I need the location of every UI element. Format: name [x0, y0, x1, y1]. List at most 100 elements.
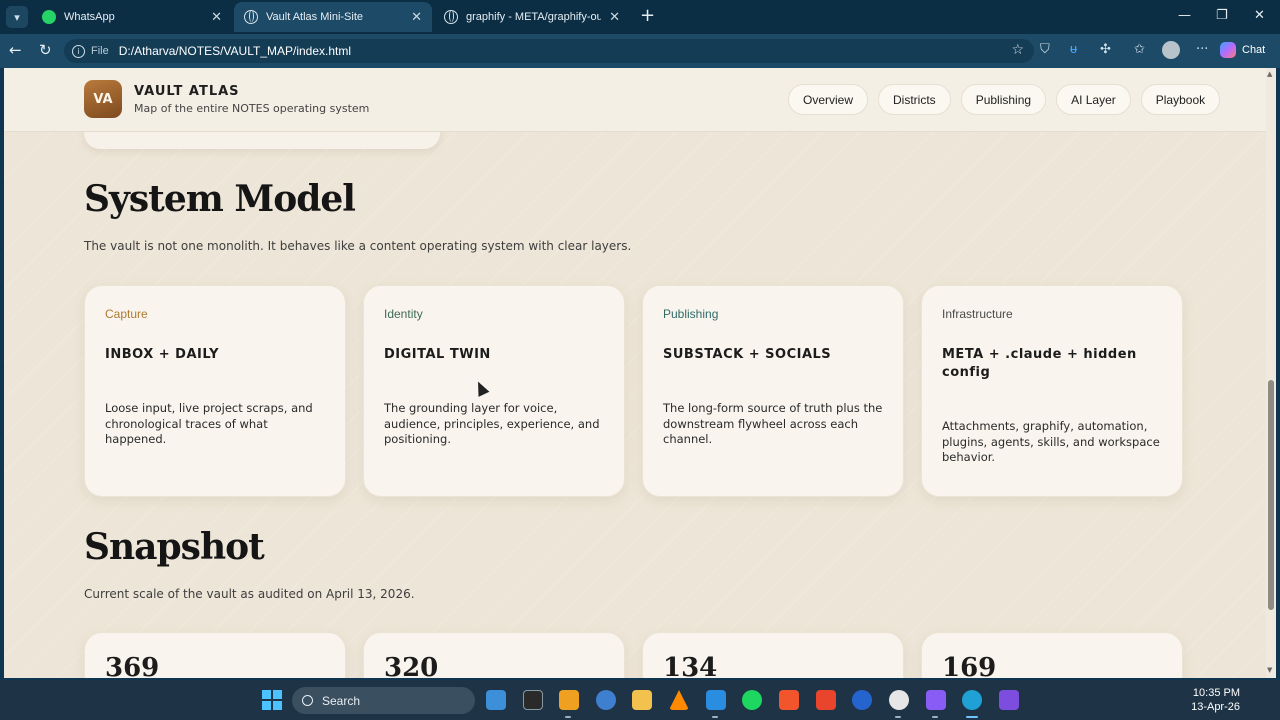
- nav-overview[interactable]: Overview: [788, 84, 869, 115]
- stat-card: 134: [642, 632, 904, 678]
- obsidian-alt-app-icon[interactable]: [999, 690, 1019, 710]
- qbittorrent-app-icon[interactable]: [596, 690, 616, 710]
- brave-beta-app-icon[interactable]: [816, 690, 836, 710]
- vscode-app-icon[interactable]: [706, 690, 726, 710]
- system-model-description: The vault is not one monolith. It behave…: [84, 239, 632, 253]
- page-viewport: VA VAULT ATLAS Map of the entire NOTES o…: [4, 68, 1266, 678]
- info-icon[interactable]: i: [72, 44, 85, 58]
- search-label: Search: [322, 693, 361, 708]
- running-indicator: [712, 716, 718, 718]
- whatsapp-icon: [42, 10, 56, 24]
- active-indicator: [966, 716, 978, 718]
- brave-app-icon[interactable]: [779, 690, 799, 710]
- obsidian-app-icon[interactable]: [926, 690, 946, 710]
- globe-icon: [444, 10, 458, 24]
- tab-actions-menu-icon[interactable]: ▾: [6, 6, 28, 28]
- close-window-icon[interactable]: ✕: [1254, 8, 1265, 23]
- card-body: The grounding layer for voice, audience,…: [384, 401, 600, 446]
- back-arrow-icon[interactable]: ←: [9, 42, 22, 58]
- browser-toolbar: ← ↻ i File D:/Atharva/NOTES/VAULT_MAP/in…: [0, 34, 1280, 68]
- url-text[interactable]: D:/Atharva/NOTES/VAULT_MAP/index.html: [119, 44, 351, 58]
- scroll-down-icon[interactable]: ▼: [1267, 666, 1272, 674]
- slack-app-icon[interactable]: [889, 690, 909, 710]
- copilot-chat-button[interactable]: Chat: [1220, 40, 1265, 60]
- close-tab-icon[interactable]: ✕: [411, 9, 422, 25]
- windows-taskbar: Search 10:35 PM 13-Apr-26: [0, 680, 1280, 720]
- tab-title: Vault Atlas Mini-Site: [266, 11, 364, 23]
- card-kicker: Identity: [384, 307, 423, 321]
- globe-icon: [244, 10, 258, 24]
- nav-publishing[interactable]: Publishing: [960, 84, 1047, 115]
- favorites-icon[interactable]: ✩: [1134, 43, 1145, 57]
- favorite-star-icon[interactable]: ☆: [1011, 42, 1024, 58]
- new-tab-icon[interactable]: +: [640, 7, 655, 25]
- terminal-app-icon[interactable]: [523, 690, 543, 710]
- extension-icon[interactable]: ᵾ: [1070, 43, 1077, 57]
- card-heading: META + .claude + hidden config: [942, 347, 1137, 380]
- tab-graphify[interactable]: graphify - META/graphify-out/gra ✕: [434, 2, 630, 32]
- maximize-icon[interactable]: ❐: [1216, 8, 1228, 23]
- copilot-icon: [1220, 42, 1236, 58]
- more-options-icon[interactable]: ···: [1196, 43, 1208, 57]
- layer-card-publishing: Publishing SUBSTACK + SOCIALS The long-f…: [642, 285, 904, 497]
- minimize-icon[interactable]: —: [1178, 8, 1191, 23]
- tab-title: WhatsApp: [64, 11, 115, 23]
- scrollbar-thumb[interactable]: [1268, 380, 1274, 610]
- taskbar-search[interactable]: Search: [292, 687, 475, 714]
- sublime-app-icon[interactable]: [559, 690, 579, 710]
- clock-time: 10:35 PM: [1192, 687, 1240, 699]
- layer-card-capture: Capture INBOX + DAILY Loose input, live …: [84, 285, 346, 497]
- nav-ai-layer[interactable]: AI Layer: [1056, 84, 1131, 115]
- tab-title: graphify - META/graphify-out/gra: [466, 11, 602, 23]
- nav-playbook[interactable]: Playbook: [1140, 84, 1221, 115]
- snapshot-title: Snapshot: [84, 526, 265, 568]
- close-tab-icon[interactable]: ✕: [211, 9, 222, 25]
- windows-start-icon[interactable]: [262, 690, 282, 710]
- clock-date: 13-Apr-26: [1191, 701, 1240, 713]
- stat-card: 169: [921, 632, 1183, 678]
- tab-vault-atlas[interactable]: Vault Atlas Mini-Site ✕: [234, 2, 432, 32]
- running-indicator: [932, 716, 938, 718]
- card-kicker: Infrastructure: [942, 307, 1013, 321]
- tab-whatsapp[interactable]: WhatsApp ✕: [32, 2, 232, 32]
- refresh-icon[interactable]: ↻: [39, 42, 52, 58]
- stat-value: 320: [384, 653, 439, 678]
- card-heading: INBOX + DAILY: [105, 347, 220, 362]
- card-kicker: Publishing: [663, 307, 719, 321]
- site-nav: Overview Districts Publishing AI Layer P…: [788, 84, 1221, 115]
- edge-app-icon[interactable]: [962, 690, 982, 710]
- vlc-app-icon[interactable]: [669, 690, 689, 710]
- spotify-app-icon[interactable]: [742, 690, 762, 710]
- layer-card-infrastructure: Infrastructure META + .claude + hidden c…: [921, 285, 1183, 497]
- nav-districts[interactable]: Districts: [878, 84, 951, 115]
- puzzle-icon[interactable]: ✣: [1100, 43, 1111, 57]
- scheme-label: File: [91, 45, 109, 57]
- stat-value: 169: [942, 653, 997, 678]
- shield-icon[interactable]: ⛉: [1040, 43, 1050, 57]
- profile-avatar[interactable]: [1162, 41, 1180, 59]
- card-body: Loose input, live project scraps, and ch…: [105, 401, 313, 446]
- card-heading: DIGITAL TWIN: [384, 347, 491, 362]
- system-clock[interactable]: 10:35 PM 13-Apr-26: [1191, 686, 1240, 714]
- site-logo[interactable]: VA: [84, 80, 122, 118]
- running-indicator: [895, 716, 901, 718]
- snapshot-description: Current scale of the vault as audited on…: [84, 587, 415, 601]
- card-body: The long-form source of truth plus the d…: [663, 401, 883, 446]
- file-explorer-icon[interactable]: [632, 690, 652, 710]
- scroll-up-icon[interactable]: ▲: [1267, 70, 1272, 78]
- photos-app-icon[interactable]: [486, 690, 506, 710]
- address-bar[interactable]: i File D:/Atharva/NOTES/VAULT_MAP/index.…: [64, 39, 1034, 63]
- stat-value: 134: [663, 653, 718, 678]
- search-icon: [302, 695, 313, 706]
- system-model-title: System Model: [84, 178, 356, 220]
- card-heading: SUBSTACK + SOCIALS: [663, 347, 832, 362]
- stat-value: 369: [105, 653, 160, 678]
- chat-label: Chat: [1242, 44, 1266, 56]
- stat-card: 320: [363, 632, 625, 678]
- todo-app-icon[interactable]: [852, 690, 872, 710]
- close-tab-icon[interactable]: ✕: [609, 9, 620, 25]
- site-subtitle: Map of the entire NOTES operating system: [134, 102, 370, 115]
- page-scrollbar[interactable]: ▲ ▼: [1266, 68, 1276, 678]
- card-body: Attachments, graphify, automation, plugi…: [942, 419, 1160, 464]
- stat-card: 369: [84, 632, 346, 678]
